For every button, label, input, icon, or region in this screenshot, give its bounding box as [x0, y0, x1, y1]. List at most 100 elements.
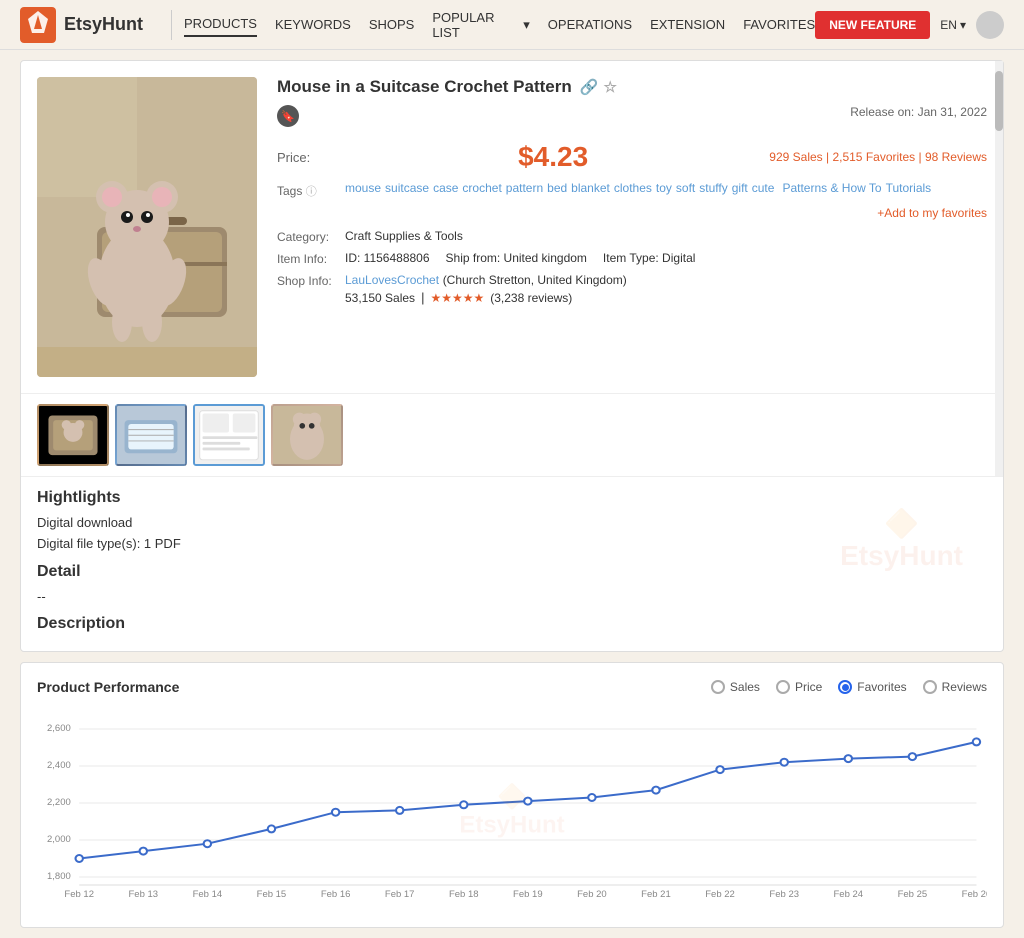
- svg-text:Feb 19: Feb 19: [513, 890, 543, 900]
- item-id: ID: 1156488806: [345, 251, 430, 265]
- thumbnail-4[interactable]: [271, 404, 343, 466]
- price-row: Price: $4.23 929 Sales | 2,515 Favorites…: [277, 141, 987, 173]
- header: EtsyHunt PRODUCTS KEYWORDS SHOPS POPULAR…: [0, 0, 1024, 50]
- performance-section: Product Performance Sales Price Favorite…: [20, 662, 1004, 928]
- svg-text:2,200: 2,200: [47, 798, 71, 808]
- category-row: Category: Craft Supplies & Tools: [277, 228, 987, 244]
- tag[interactable]: pattern: [506, 181, 543, 196]
- thumbnail-3[interactable]: [193, 404, 265, 466]
- scrollbar[interactable]: [995, 61, 1003, 476]
- nav-keywords[interactable]: KEYWORDS: [275, 13, 351, 36]
- shop-details: LauLovesCrochet (Church Stretton, United…: [345, 272, 627, 305]
- price-label: Price:: [277, 150, 337, 165]
- ship-from: Ship from: United kingdom: [446, 251, 587, 265]
- svg-text:2,000: 2,000: [47, 835, 71, 845]
- thumbnail-row: [21, 394, 1003, 476]
- svg-text:Feb 22: Feb 22: [705, 890, 735, 900]
- tags-label: Tags ⓘ: [277, 181, 337, 199]
- scrollbar-thumb[interactable]: [995, 71, 1003, 131]
- product-title: Mouse in a Suitcase Crochet Pattern 🔗 ☆: [277, 77, 987, 97]
- tag[interactable]: blanket: [571, 181, 610, 196]
- tag[interactable]: gift: [732, 181, 748, 196]
- svg-text:Feb 18: Feb 18: [449, 890, 479, 900]
- svg-text:Feb 24: Feb 24: [834, 890, 864, 900]
- radio-sales[interactable]: Sales: [711, 680, 760, 694]
- svg-text:2,600: 2,600: [47, 724, 71, 734]
- svg-text:Feb 14: Feb 14: [193, 890, 223, 900]
- svg-text:Feb 23: Feb 23: [769, 890, 799, 900]
- svg-text:Feb 13: Feb 13: [129, 890, 159, 900]
- svg-text:2,400: 2,400: [47, 761, 71, 771]
- title-icons: 🔗 ☆: [580, 78, 617, 96]
- highlights-section: 🔶EtsyHunt Hightlights Digital download D…: [21, 476, 1003, 651]
- tags-row: Tags ⓘ mouse suitcase case crochet patte…: [277, 181, 987, 199]
- tag[interactable]: case: [433, 181, 458, 196]
- nav-operations[interactable]: OPERATIONS: [548, 13, 632, 36]
- nav-extension[interactable]: EXTENSION: [650, 13, 725, 36]
- item-type: Item Type: Digital: [603, 251, 695, 265]
- tag[interactable]: Tutorials: [886, 181, 932, 196]
- svg-text:Feb 21: Feb 21: [641, 890, 671, 900]
- price-value: $4.23: [518, 141, 588, 173]
- svg-text:Feb 17: Feb 17: [385, 890, 415, 900]
- svg-text:Feb 20: Feb 20: [577, 890, 607, 900]
- product-main-image: [37, 77, 257, 377]
- radio-reviews[interactable]: Reviews: [923, 680, 987, 694]
- radio-favorites[interactable]: Favorites: [838, 680, 906, 694]
- performance-chart: 🔶EtsyHunt 2,600 2,400 2,200 2,000 1,800: [37, 711, 987, 911]
- svg-text:Feb 12: Feb 12: [64, 890, 94, 900]
- svg-text:Feb 26: Feb 26: [962, 890, 987, 900]
- logo-icon: [20, 7, 56, 43]
- chart-svg: 2,600 2,400 2,200 2,000 1,800: [37, 711, 987, 911]
- category-value: Craft Supplies & Tools: [345, 229, 463, 243]
- description-title: Description: [37, 615, 987, 633]
- tag[interactable]: clothes: [614, 181, 652, 196]
- tag[interactable]: stuffy: [699, 181, 727, 196]
- svg-text:Feb 15: Feb 15: [257, 890, 287, 900]
- link-icon[interactable]: 🔗: [580, 78, 599, 96]
- nav-popular-list[interactable]: POPULAR LIST ▾: [432, 6, 529, 44]
- bookmark-icon[interactable]: 🔖: [277, 105, 299, 127]
- thumbnail-1[interactable]: [37, 404, 109, 466]
- tag[interactable]: mouse: [345, 181, 381, 196]
- nav-favorites[interactable]: FAVORITES: [743, 13, 815, 36]
- category-label: Category:: [277, 228, 337, 244]
- highlight-line-2: Digital file type(s): 1 PDF: [37, 534, 987, 555]
- tag[interactable]: crochet: [462, 181, 501, 196]
- detail-title: Detail: [37, 563, 987, 581]
- tag[interactable]: Patterns & How To: [782, 181, 881, 196]
- product-details: Mouse in a Suitcase Crochet Pattern 🔗 ☆ …: [277, 77, 987, 377]
- avatar[interactable]: [976, 11, 1004, 39]
- header-right: NEW FEATURE EN ▾: [815, 11, 1004, 39]
- svg-text:Feb 25: Feb 25: [898, 890, 928, 900]
- shop-info-label: Shop Info:: [277, 272, 337, 288]
- tag[interactable]: suitcase: [385, 181, 429, 196]
- shop-info-row: Shop Info: LauLovesCrochet (Church Stret…: [277, 272, 987, 305]
- item-info-value: ID: 1156488806 Ship from: United kingdom…: [345, 251, 695, 265]
- radio-circle-price: [776, 680, 790, 694]
- tag[interactable]: cute: [752, 181, 775, 196]
- radio-price[interactable]: Price: [776, 680, 822, 694]
- shop-location: (Church Stretton, United Kingdom): [443, 273, 627, 287]
- language-selector[interactable]: EN ▾: [940, 18, 966, 32]
- chevron-down-icon: ▾: [523, 17, 530, 33]
- tag[interactable]: soft: [676, 181, 695, 196]
- new-feature-button[interactable]: NEW FEATURE: [815, 11, 930, 39]
- logo[interactable]: EtsyHunt: [20, 7, 143, 43]
- detail-text: --: [37, 587, 987, 608]
- nav-shops[interactable]: SHOPS: [369, 13, 415, 36]
- add-to-favorites[interactable]: +Add to my favorites: [877, 206, 987, 220]
- tag[interactable]: bed: [547, 181, 567, 196]
- tag[interactable]: toy: [656, 181, 672, 196]
- nav-products[interactable]: PRODUCTS: [184, 12, 257, 37]
- main-nav: PRODUCTS KEYWORDS SHOPS POPULAR LIST ▾ O…: [184, 6, 815, 44]
- performance-header: Product Performance Sales Price Favorite…: [37, 679, 987, 695]
- chevron-down-icon: ▾: [960, 18, 966, 32]
- release-date: Release on: Jan 31, 2022: [850, 105, 987, 119]
- product-stats: 929 Sales | 2,515 Favorites | 98 Reviews: [769, 150, 987, 164]
- thumbnail-2[interactable]: [115, 404, 187, 466]
- shop-name-link[interactable]: LauLovesCrochet: [345, 273, 439, 287]
- star-icon[interactable]: ☆: [603, 78, 616, 96]
- item-info-label: Item Info:: [277, 250, 337, 266]
- top-section: Mouse in a Suitcase Crochet Pattern 🔗 ☆ …: [21, 61, 1003, 394]
